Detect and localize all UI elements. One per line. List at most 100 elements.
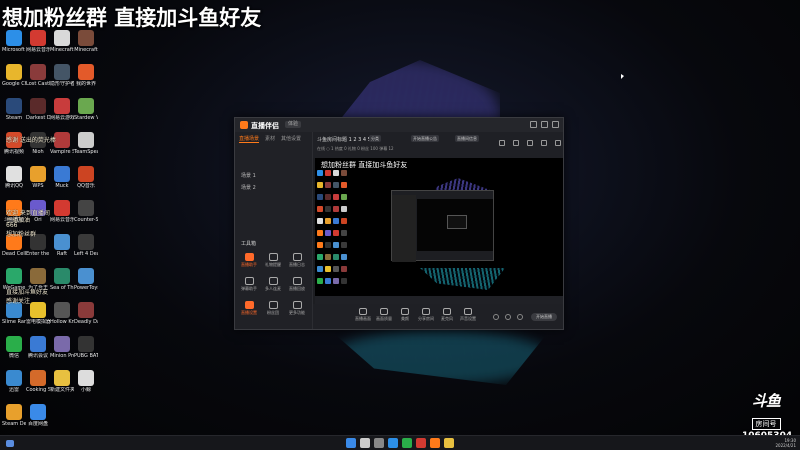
desktop-icon[interactable]: Lost Castle xyxy=(26,64,50,87)
tool-button[interactable]: 直播回放 xyxy=(287,277,307,292)
desktop-icon[interactable]: 迅雷 xyxy=(2,370,26,393)
desktop-icon[interactable]: 百度网盘 xyxy=(26,404,50,427)
gear-icon[interactable] xyxy=(517,314,523,320)
weather-icon[interactable] xyxy=(6,440,14,447)
maximize-icon[interactable] xyxy=(541,121,548,128)
desktop-icon[interactable]: 网易云游戏 xyxy=(50,98,74,121)
tool-button[interactable]: 直播助手 xyxy=(239,253,259,268)
desktop-icon[interactable]: Minecraft xyxy=(74,30,98,53)
control-button[interactable]: 美颜 xyxy=(395,308,415,322)
close-icon[interactable] xyxy=(552,121,559,128)
app-icon xyxy=(30,302,46,318)
desktop-icon[interactable]: Slime Rancher xyxy=(2,302,26,325)
control-button[interactable]: 分享房间 xyxy=(416,308,436,322)
desktop-icon[interactable]: Stardew Valley xyxy=(74,98,98,121)
app-version-badge[interactable]: 体验 xyxy=(285,121,302,128)
tool-icon xyxy=(244,277,254,285)
scene-row[interactable]: 场景 1 xyxy=(241,172,256,179)
control-label: 麦克风 xyxy=(441,316,453,321)
taskbar-app-icon[interactable] xyxy=(360,438,370,448)
tool-button[interactable]: 直播日志 xyxy=(287,253,307,268)
tool-button[interactable]: 礼物提醒 xyxy=(263,253,283,268)
room-badge[interactable]: 直播间信息 xyxy=(455,135,479,142)
desktop-icon[interactable]: Cooking Simulator xyxy=(26,370,50,393)
desktop-icon[interactable]: Muck xyxy=(50,166,74,189)
tool-button[interactable]: 弹幕助手 xyxy=(239,277,259,292)
room-badge[interactable]: 分类 xyxy=(369,135,381,142)
fullscreen-icon[interactable] xyxy=(541,140,547,146)
tool-label: 直播设置 xyxy=(241,310,257,315)
app-icon xyxy=(54,370,70,386)
sidebar-tab[interactable]: 其他设置 xyxy=(281,135,301,143)
taskbar-app-icon[interactable] xyxy=(416,438,426,448)
start-live-button[interactable]: 开始直播 xyxy=(531,313,557,321)
app-titlebar[interactable]: 直播伴侣 体验 xyxy=(235,118,563,132)
scene-row[interactable]: 场景 2 xyxy=(241,184,256,191)
desktop-icon-label: Cooking Simulator xyxy=(26,387,50,393)
preview-app-icon xyxy=(325,242,331,248)
desktop-icon[interactable]: Hollow Knight xyxy=(50,302,74,325)
desktop-icon[interactable]: Steam Deck xyxy=(2,404,26,427)
desktop-icon[interactable]: PowerToys xyxy=(74,268,98,291)
room-name[interactable]: 斗鱼房间标题 1 2 3 4 5 xyxy=(317,136,371,143)
camera-icon[interactable] xyxy=(493,314,499,320)
screenshot-icon[interactable] xyxy=(499,140,505,146)
desktop-icon[interactable]: Raft xyxy=(50,234,74,257)
power-icon[interactable] xyxy=(505,314,511,320)
minimize-icon[interactable] xyxy=(530,121,537,128)
desktop-icon[interactable]: 腾讯会议 xyxy=(26,336,50,359)
taskbar-app-icon[interactable] xyxy=(430,438,440,448)
desktop-icon[interactable]: TeamSpeak xyxy=(74,132,98,155)
desktop-icon[interactable]: Minecraft Launcher xyxy=(50,30,74,53)
control-button[interactable]: 直播画面 xyxy=(353,308,373,322)
taskbar-app-icon[interactable] xyxy=(444,438,454,448)
tool-button[interactable]: 多人连麦 xyxy=(263,277,283,292)
settings-icon[interactable] xyxy=(513,140,519,146)
stream-preview[interactable]: 想加粉丝群 直接加斗鱼好友 xyxy=(315,158,563,304)
tool-button[interactable]: 粉丝团 xyxy=(263,301,283,316)
taskbar-app-icon[interactable] xyxy=(402,438,412,448)
desktop-icon[interactable]: WPS xyxy=(26,166,50,189)
taskbar-app-icon[interactable] xyxy=(346,438,356,448)
app-icon xyxy=(6,30,22,46)
taskbar-app-icon[interactable] xyxy=(374,438,384,448)
desktop-icon-label: 腾讯QQ xyxy=(5,183,23,189)
desktop-icon[interactable]: Sea of Thieves xyxy=(50,268,74,291)
tool-button[interactable]: 直播设置 xyxy=(239,301,259,316)
desktop-icon[interactable]: 腾讯QQ xyxy=(2,166,26,189)
control-button[interactable]: 声音设置 xyxy=(458,308,478,322)
room-badge[interactable]: 开始直播公告 xyxy=(411,135,439,142)
live-streaming-app-window[interactable]: 直播伴侣 体验 直播场景 素材 其他设置 场景 1 场景 2 工具箱 直播助手 礼物提醒… xyxy=(234,117,564,330)
desktop-icon[interactable]: 隐形守护者 xyxy=(50,64,74,87)
desktop-icon[interactable]: Deadly Days xyxy=(74,302,98,325)
desktop-icon[interactable]: 微信 xyxy=(2,336,26,359)
app-icon xyxy=(54,200,70,216)
desktop-icon[interactable]: 我的世界 xyxy=(74,64,98,87)
desktop-icon[interactable]: PUBG BATTLEGROUNDS xyxy=(74,336,98,359)
desktop-icon[interactable]: 网易云音乐 xyxy=(26,30,50,53)
desktop-icon[interactable]: Left 4 Dead xyxy=(74,234,98,257)
desktop-icon[interactable]: 新建文件夹 xyxy=(50,370,74,393)
desktop-icon[interactable]: Steam xyxy=(2,98,26,121)
desktop-icon[interactable]: 网易云音乐 xyxy=(50,200,74,223)
desktop-icon[interactable]: Counter-Strike xyxy=(74,200,98,223)
desktop-icon[interactable]: Darkest Dungeon xyxy=(26,98,50,121)
desktop-icon[interactable]: 小鲸 xyxy=(74,370,98,393)
share-icon[interactable] xyxy=(555,140,561,146)
control-button[interactable]: 画面质量 xyxy=(374,308,394,322)
desktop-icon[interactable]: Minion Project xyxy=(50,336,74,359)
desktop-icon-label: Lost Castle xyxy=(26,81,50,87)
sidebar-tab[interactable]: 直播场景 xyxy=(239,135,260,143)
chat-message: 直接加斗鱼好友 xyxy=(6,289,49,296)
sidebar-tab[interactable]: 素材 xyxy=(265,135,275,143)
taskbar-app-icon[interactable] xyxy=(388,438,398,448)
desktop-icon[interactable]: 雷电模拟器 xyxy=(26,302,50,325)
desktop-icon[interactable]: Google Chrome xyxy=(2,64,26,87)
desktop-icon-label: QQ音乐 xyxy=(77,183,95,189)
tool-button[interactable]: 更多功能 xyxy=(287,301,307,316)
control-button[interactable]: 麦克风 xyxy=(437,308,457,322)
desktop-icon[interactable]: Microsoft Edge xyxy=(2,30,26,53)
record-icon[interactable] xyxy=(527,140,533,146)
desktop-icon[interactable]: QQ音乐 xyxy=(74,166,98,189)
system-tray[interactable]: 19:30 2022/4/21 xyxy=(740,438,796,449)
